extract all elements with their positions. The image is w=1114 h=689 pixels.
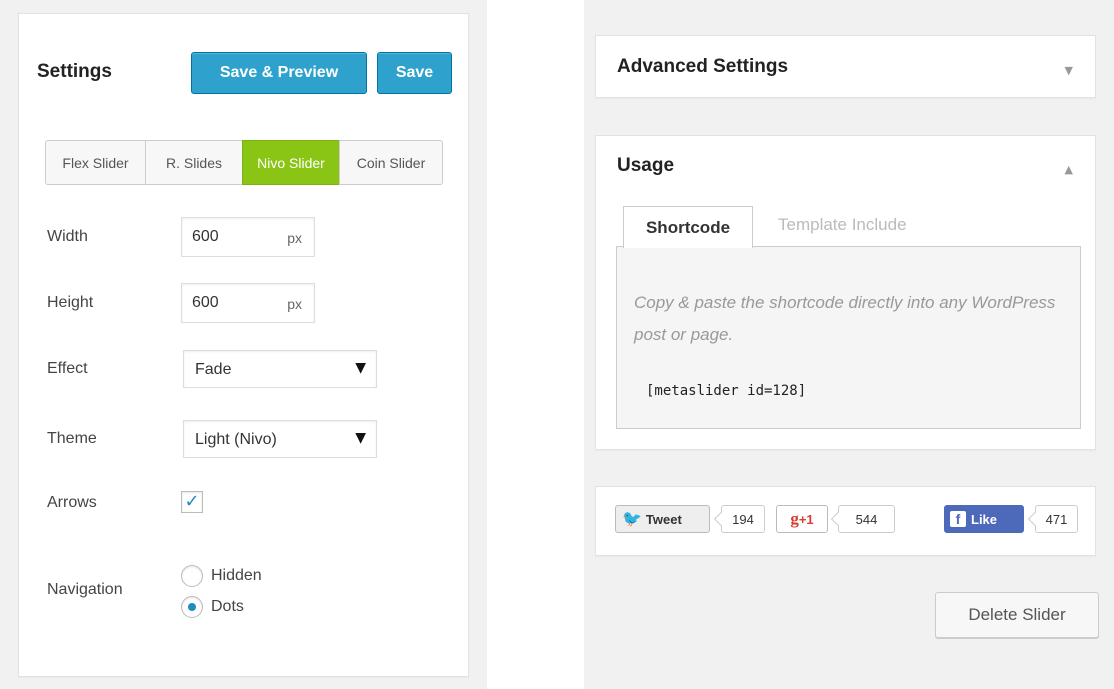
effect-label: Effect xyxy=(47,360,88,377)
width-value: 600 xyxy=(192,228,219,245)
facebook-like-label: Like xyxy=(971,511,998,527)
navigation-label: Navigation xyxy=(47,581,123,598)
gplus-label: +1 xyxy=(798,511,814,527)
slider-type-tabs: Flex Slider R. Slides Nivo Slider Coin S… xyxy=(45,140,443,185)
advanced-settings-title: Advanced Settings xyxy=(617,56,789,77)
navigation-dots-label: Dots xyxy=(211,598,244,615)
height-input[interactable]: 600 px xyxy=(181,283,315,323)
gplus-count: 544 xyxy=(838,505,895,533)
twitter-bird-icon: 🐦 xyxy=(622,511,642,528)
settings-title: Settings xyxy=(37,61,112,82)
shortcode-box: Copy & paste the shortcode directly into… xyxy=(616,246,1081,429)
settings-panel: Settings Save & Preview Save Flex Slider… xyxy=(18,13,469,677)
advanced-settings-panel[interactable]: Advanced Settings ▼ xyxy=(595,35,1096,98)
tweet-label: Tweet xyxy=(645,511,682,527)
arrows-checkbox[interactable]: ✓ xyxy=(181,491,203,513)
tab-flex-slider[interactable]: Flex Slider xyxy=(45,140,146,185)
arrows-label: Arrows xyxy=(47,494,97,511)
expand-arrow-icon[interactable]: ▼ xyxy=(1065,64,1073,77)
chevron-down-icon: ▼ xyxy=(355,360,366,376)
facebook-icon: f xyxy=(950,511,966,527)
navigation-dots-radio[interactable] xyxy=(181,596,203,618)
tab-r-slides[interactable]: R. Slides xyxy=(145,140,243,185)
tweet-count: 194 xyxy=(721,505,765,533)
delete-slider-button[interactable]: Delete Slider xyxy=(935,592,1099,638)
facebook-like-button[interactable]: f Like xyxy=(944,505,1024,533)
tab-shortcode[interactable]: Shortcode xyxy=(623,206,753,248)
width-label: Width xyxy=(47,228,88,245)
navigation-hidden-label: Hidden xyxy=(211,567,262,584)
height-value: 600 xyxy=(192,294,219,311)
tab-template-include[interactable]: Template Include xyxy=(778,215,907,235)
tweet-button[interactable]: 🐦 Tweet xyxy=(615,505,710,533)
checkmark-icon: ✓ xyxy=(184,491,200,512)
width-unit: px xyxy=(287,230,302,246)
theme-label: Theme xyxy=(47,430,97,447)
save-preview-button[interactable]: Save & Preview xyxy=(191,52,367,94)
usage-title: Usage xyxy=(617,155,675,176)
effect-select[interactable]: Fade ▼ xyxy=(183,350,377,388)
tab-nivo-slider[interactable]: Nivo Slider xyxy=(242,140,340,185)
theme-select[interactable]: Light (Nivo) ▼ xyxy=(183,420,377,458)
theme-value: Light (Nivo) xyxy=(195,431,277,448)
width-input[interactable]: 600 px xyxy=(181,217,315,257)
facebook-like-count: 471 xyxy=(1035,505,1078,533)
effect-value: Fade xyxy=(195,361,232,378)
chevron-down-icon: ▼ xyxy=(355,430,366,446)
height-unit: px xyxy=(287,296,302,312)
height-label: Height xyxy=(47,294,94,311)
shortcode-text[interactable]: [metaslider id=128] xyxy=(646,383,806,399)
gplus-button[interactable]: g +1 xyxy=(776,505,828,533)
navigation-hidden-radio[interactable] xyxy=(181,565,203,587)
collapse-arrow-icon[interactable]: ▲ xyxy=(1065,163,1073,176)
save-button[interactable]: Save xyxy=(377,52,452,94)
usage-description: Copy & paste the shortcode directly into… xyxy=(634,293,1056,344)
tab-coin-slider[interactable]: Coin Slider xyxy=(339,140,443,185)
gplus-icon: g xyxy=(790,509,799,528)
